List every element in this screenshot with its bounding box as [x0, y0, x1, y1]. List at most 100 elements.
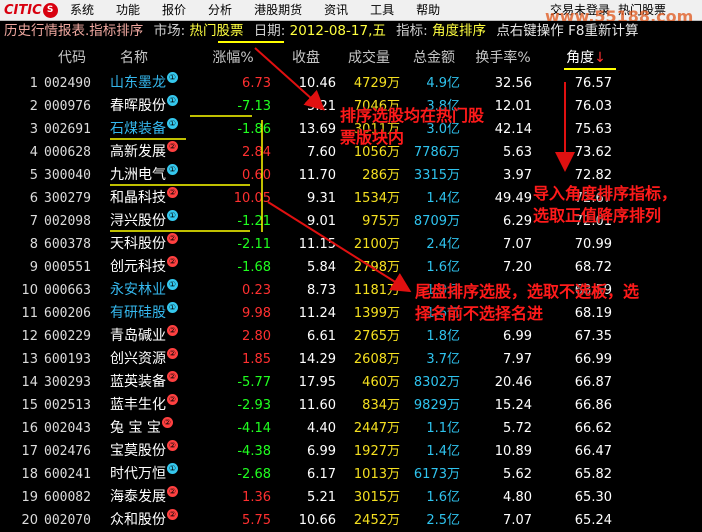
change-percent: 1.36: [242, 490, 271, 505]
date-value[interactable]: 2012-08-17,五: [290, 21, 386, 42]
stock-name: 和晶科技 ②: [110, 187, 210, 210]
change-percent: -2.11: [237, 237, 271, 252]
row-index: 12: [21, 329, 38, 344]
menu-item[interactable]: 帮助: [416, 0, 440, 20]
turnover-rate: 7.07: [503, 237, 532, 252]
close-price: 17.95: [298, 375, 336, 390]
stock-name: 众和股份 ②: [110, 509, 210, 532]
angle-value: 70.99: [574, 237, 612, 252]
close-price: 6.99: [307, 444, 336, 459]
angle-value: 66.99: [574, 352, 612, 367]
table-row[interactable]: 16 002043 兔 宝 宝 ② -4.14 4.40 2447万 1.1亿 5.72 66.6…: [0, 417, 702, 440]
stock-name: 兔 宝 宝②: [110, 417, 210, 440]
stock-name-text: 山东墨龙: [110, 75, 166, 91]
menu-item[interactable]: 港股期货: [254, 0, 302, 20]
stock-name-text: 时代万恒: [110, 466, 166, 482]
volume: 1181万: [353, 283, 400, 298]
menu-item[interactable]: 资讯: [324, 0, 348, 20]
col-angle[interactable]: 角度↓: [560, 44, 612, 72]
stock-code: 000551: [44, 260, 91, 275]
angle-value: 66.86: [574, 398, 612, 413]
angle-value: 65.82: [574, 467, 612, 482]
change-percent: -2.93: [237, 398, 271, 413]
main-menu: 系统 功能 报价 分析 港股期货 资讯 工具 帮助: [70, 0, 462, 20]
row-index: 1: [29, 76, 38, 91]
col-code[interactable]: 代码: [44, 44, 100, 72]
report-title: 历史行情报表.指标排序: [4, 23, 144, 39]
change-percent: 2.84: [242, 145, 271, 160]
stock-name-text: 创兴资源: [110, 351, 166, 367]
col-name[interactable]: 名称: [110, 44, 158, 72]
angle-value: 76.57: [574, 76, 612, 91]
volume: 834万: [362, 398, 400, 413]
close-price: 4.40: [307, 421, 336, 436]
col-volume[interactable]: 成交量: [338, 44, 400, 72]
turnover-rate: 10.89: [494, 444, 532, 459]
stock-code: 002043: [44, 421, 91, 436]
menu-item[interactable]: 工具: [370, 0, 394, 20]
table-row[interactable]: 19 600082 海泰发展 ② 1.36 5.21 3015万 1.6亿 4.80 65.30: [0, 486, 702, 509]
stock-name-text: 宝莫股份: [110, 443, 166, 459]
amount: 1.4亿: [426, 191, 460, 206]
stock-code: 002490: [44, 76, 91, 91]
stock-code: 600378: [44, 237, 91, 252]
citic-logo: CITIC S: [4, 1, 58, 19]
close-price: 5.84: [307, 260, 336, 275]
indicator-value[interactable]: 角度排序: [432, 21, 486, 42]
table-row[interactable]: 14 300293 蓝英装备 ② -5.77 17.95 460万 8302万 20.46 66.…: [0, 371, 702, 394]
col-change[interactable]: 涨幅%: [200, 44, 266, 72]
table-row[interactable]: 13 600193 创兴资源 ② 1.85 14.29 2608万 3.7亿 7.97 66.99: [0, 348, 702, 371]
close-price: 11.24: [298, 306, 336, 321]
annotation-tail-select: 尾盘排序选股，选取不选板，选择名前不选择名进: [415, 282, 640, 323]
stock-name-text: 有研硅股: [110, 305, 166, 321]
amount: 1.6亿: [426, 490, 460, 505]
menu-item[interactable]: 功能: [116, 0, 140, 20]
turnover-rate: 6.99: [503, 329, 532, 344]
change-percent: 9.98: [242, 306, 271, 321]
angle-value: 66.62: [574, 421, 612, 436]
menu-item[interactable]: 分析: [208, 0, 232, 20]
col-amount[interactable]: 总金额: [404, 44, 464, 72]
table-row[interactable]: 1 002490 山东墨龙 ① 6.73 10.46 4729万 4.9亿 32.56 76.57: [0, 72, 702, 95]
table-row[interactable]: 15 002513 蓝丰生化 ② -2.93 11.60 834万 9829万 15.24 66.…: [0, 394, 702, 417]
turnover-rate: 32.56: [494, 76, 532, 91]
table-row[interactable]: 20 002070 众和股份 ② 5.75 10.66 2452万 2.5亿 7.07 65.24: [0, 509, 702, 532]
amount: 2.4亿: [426, 237, 460, 252]
table-row[interactable]: 8 600378 天科股份 ② -2.11 11.15 2100万 2.4亿 7.07 70.99: [0, 233, 702, 256]
hint-text: 点右键操作 F8重新计算: [496, 23, 639, 39]
close-price: 6.61: [307, 329, 336, 344]
amount: 1.8亿: [426, 329, 460, 344]
row-index: 15: [21, 398, 38, 413]
table-row[interactable]: 17 002476 宝莫股份 ② -4.38 6.99 1927万 1.4亿 10.89 66.4…: [0, 440, 702, 463]
menu-item[interactable]: 系统: [70, 0, 94, 20]
stock-code: 002691: [44, 122, 91, 137]
stock-name-text: 和晶科技: [110, 190, 166, 206]
volume: 286万: [362, 168, 400, 183]
sector-badge-icon: ②: [167, 141, 178, 152]
stock-code: 002098: [44, 214, 91, 229]
stock-code: 600082: [44, 490, 91, 505]
amount: 3.7亿: [426, 352, 460, 367]
row-index: 16: [21, 421, 38, 436]
amount: 9829万: [413, 398, 460, 413]
change-percent: -4.14: [237, 421, 271, 436]
col-turnover[interactable]: 换手率%: [466, 44, 540, 72]
volume: 1013万: [353, 467, 400, 482]
market-value[interactable]: 热门股票: [189, 21, 243, 42]
stock-code: 300293: [44, 375, 91, 390]
stock-name: 天科股份 ②: [110, 233, 210, 256]
table-row[interactable]: 18 600241 时代万恒 ① -2.68 6.17 1013万 6173万 5.62 65.8…: [0, 463, 702, 486]
row-index: 2: [29, 99, 38, 114]
stock-name: 永安林业 ①: [110, 279, 210, 302]
menu-item[interactable]: 报价: [162, 0, 186, 20]
stock-name-text: 青岛碱业: [110, 328, 166, 344]
table-row[interactable]: 12 600229 青岛碱业 ② 2.80 6.61 2765万 1.8亿 6.99 67.35: [0, 325, 702, 348]
table-row[interactable]: 9 000551 创元科技 ② -1.68 5.84 2798万 1.6亿 7.20 68.72: [0, 256, 702, 279]
amount: 2.5亿: [426, 513, 460, 528]
col-price[interactable]: 收盘: [276, 44, 336, 72]
close-price: 11.15: [298, 237, 336, 252]
indicator-label: 指标:: [396, 23, 428, 39]
sector-badge-icon: ②: [167, 233, 178, 244]
stock-name-text: 九洲电气: [110, 167, 166, 183]
row-index: 18: [21, 467, 38, 482]
